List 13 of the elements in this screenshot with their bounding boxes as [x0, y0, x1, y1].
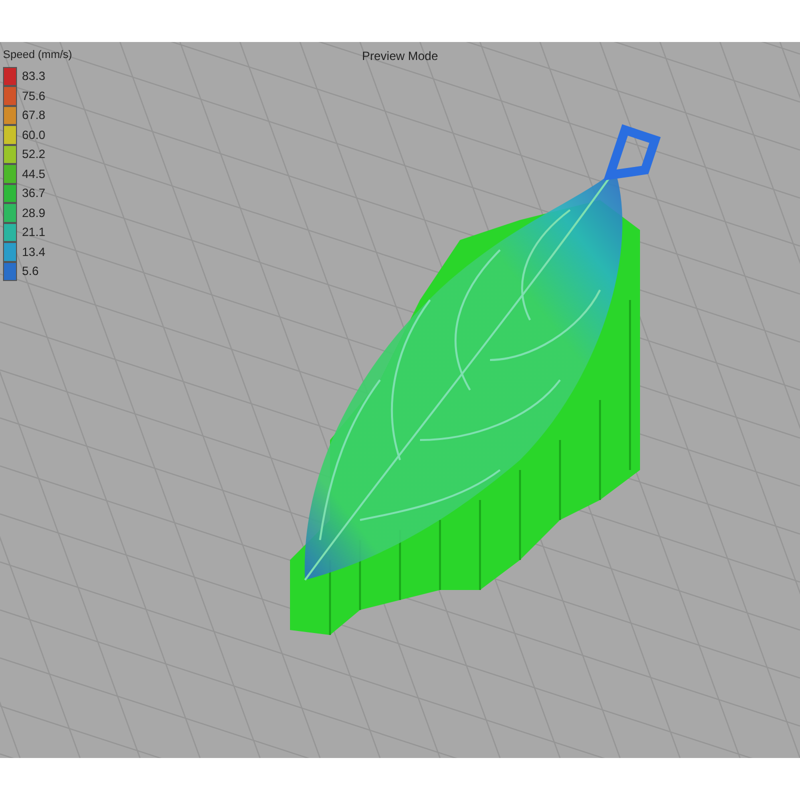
viewport-title: Preview Mode	[362, 48, 438, 65]
legend-label: 52.2	[22, 146, 46, 164]
legend-label: 75.6	[22, 88, 46, 105]
legend-label: 44.5	[22, 166, 46, 183]
legend-label: 28.9	[22, 204, 46, 222]
legend-label: 5.6	[22, 263, 39, 280]
legend-label: 13.4	[22, 244, 46, 261]
legend-label: 36.7	[22, 185, 46, 202]
legend-label: 21.1	[22, 224, 46, 242]
legend-label: 67.8	[22, 107, 46, 124]
legend-title: Speed (mm/s)	[3, 48, 72, 63]
legend-label: 60.0	[22, 126, 46, 144]
legend-label: 83.3	[22, 68, 46, 86]
